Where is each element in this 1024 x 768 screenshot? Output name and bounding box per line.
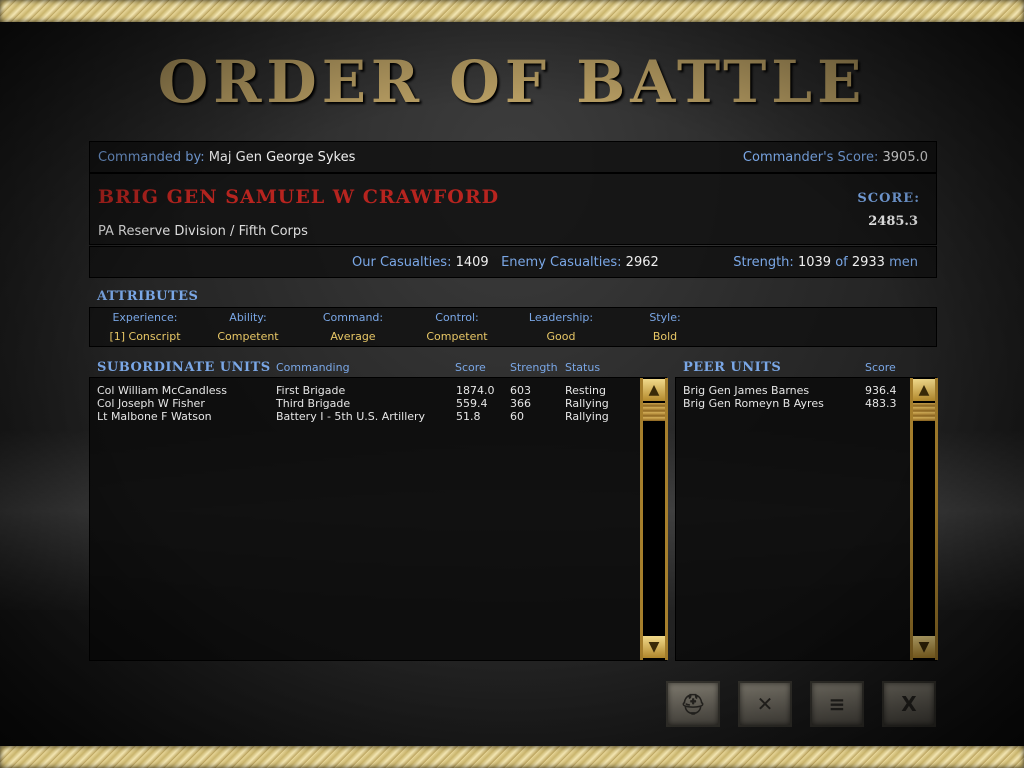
strength-value: 1039	[797, 255, 832, 270]
score-value: 2485.3	[868, 214, 918, 229]
unit-name: Col William McCandless	[97, 384, 227, 397]
attr-label: Command:	[322, 311, 384, 324]
attr-experience: Experience: [1] Conscript	[90, 311, 200, 343]
scroll-up-arrow-icon[interactable]: ▲	[643, 379, 665, 401]
commander-score-value: 3905.0	[882, 150, 929, 165]
unit-commanding: First Brigade	[276, 384, 346, 397]
scroll-thumb[interactable]	[913, 403, 935, 421]
hat-button[interactable]: ⛑	[666, 681, 720, 727]
subordinate-units-list: Col William McCandless First Brigade 187…	[89, 377, 668, 661]
unit-commanding: Third Brigade	[276, 397, 351, 410]
unit-strength: 60	[510, 410, 524, 423]
unit-name: Col Joseph W Fisher	[97, 397, 205, 410]
attributes-title: ATTRIBUTES	[97, 289, 199, 304]
scroll-thumb[interactable]	[643, 403, 665, 421]
peer-col-header-score[interactable]: Score	[865, 361, 896, 374]
commander-unit: PA Reserve Division / Fifth Corps	[98, 224, 308, 239]
table-row[interactable]: Col Joseph W Fisher Third Brigade 559.4 …	[90, 397, 640, 410]
commanded-by-name[interactable]: Maj Gen George Sykes	[209, 150, 356, 165]
men-label: men	[889, 255, 918, 270]
attr-ability: Ability: Competent	[200, 311, 296, 343]
hat-icon: ⛑	[680, 692, 706, 716]
attr-value: [1] Conscript	[109, 330, 181, 343]
unit-status: Rallying	[565, 397, 609, 410]
bottom-rope-border	[0, 746, 1024, 768]
flag-icon: ✕	[756, 692, 774, 716]
commander-score-label: Commander's Score:	[742, 150, 879, 165]
unit-score: 51.8	[456, 410, 481, 423]
subordinate-units-title: SUBORDINATE UNITS	[97, 360, 271, 375]
attr-label: Control:	[435, 311, 479, 324]
enemy-casualties-value: 2962	[625, 255, 659, 270]
attr-value: Competent	[426, 330, 488, 343]
peer-units-list: Brig Gen James Barnes 936.4 Brig Gen Rom…	[675, 377, 938, 661]
us-flag-button[interactable]: ≡	[810, 681, 864, 727]
commander-name: BRIG GEN SAMUEL W CRAWFORD	[98, 186, 500, 208]
max-strength-value: 2933	[851, 255, 885, 270]
attr-label: Experience:	[112, 311, 178, 324]
col-header-status[interactable]: Status	[565, 361, 600, 374]
col-header-score[interactable]: Score	[455, 361, 486, 374]
us-flag-icon: ≡	[828, 692, 846, 716]
attr-label: Style:	[649, 311, 681, 324]
flag-button[interactable]: ✕	[738, 681, 792, 727]
attr-control: Control: Competent	[406, 311, 508, 343]
strength-of-label: of	[835, 255, 848, 270]
subordinate-scrollbar[interactable]: ▲ ▼	[640, 378, 668, 660]
peer-units-title: PEER UNITS	[683, 360, 782, 375]
peer-name: Brig Gen Romeyn B Ayres	[683, 397, 824, 410]
scroll-up-arrow-icon[interactable]: ▲	[913, 379, 935, 401]
attr-style: Style: Bold	[620, 311, 710, 343]
unit-name: Lt Malbone F Watson	[97, 410, 212, 423]
unit-status: Resting	[565, 384, 606, 397]
strength-label: Strength:	[733, 255, 794, 270]
casualties-bar: Our Casualties: 1409 Enemy Casualties: 2…	[89, 246, 937, 278]
unit-strength: 603	[510, 384, 531, 397]
list-item[interactable]: Brig Gen Romeyn B Ayres 483.3	[676, 397, 908, 410]
page-title: ORDER OF BATTLE	[157, 48, 867, 116]
our-casualties-value: 1409	[455, 255, 489, 270]
our-casualties-label: Our Casualties:	[352, 255, 452, 270]
close-button[interactable]: X	[882, 681, 936, 727]
col-header-commanding[interactable]: Commanding	[276, 361, 350, 374]
attr-leadership: Leadership: Good	[510, 311, 612, 343]
attr-value: Good	[546, 330, 576, 343]
unit-commanding: Battery I - 5th U.S. Artillery	[276, 410, 426, 423]
attr-command: Command: Average	[300, 311, 406, 343]
table-row[interactable]: Lt Malbone F Watson Battery I - 5th U.S.…	[90, 410, 640, 423]
attr-value: Bold	[652, 330, 678, 343]
peer-score: 936.4	[865, 384, 897, 397]
close-icon: X	[901, 692, 917, 716]
unit-strength: 366	[510, 397, 531, 410]
scroll-down-arrow-icon[interactable]: ▼	[643, 636, 665, 658]
attr-value: Competent	[217, 330, 279, 343]
enemy-casualties-label: Enemy Casualties:	[501, 255, 622, 270]
attr-label: Ability:	[229, 311, 267, 324]
top-rope-border	[0, 0, 1024, 22]
col-header-strength[interactable]: Strength	[510, 361, 558, 374]
commanded-by-label: Commanded by:	[98, 150, 205, 165]
attr-value: Average	[330, 330, 376, 343]
table-row[interactable]: Col William McCandless First Brigade 187…	[90, 384, 640, 397]
score-label: SCORE:	[857, 191, 920, 206]
unit-score: 559.4	[456, 397, 488, 410]
attributes-panel: Experience: [1] Conscript Ability: Compe…	[89, 307, 937, 347]
peer-score: 483.3	[865, 397, 897, 410]
peer-scrollbar[interactable]: ▲ ▼	[910, 378, 938, 660]
unit-score: 1874.0	[456, 384, 495, 397]
unit-status: Rallying	[565, 410, 609, 423]
commander-panel: BRIG GEN SAMUEL W CRAWFORD PA Reserve Di…	[89, 173, 937, 245]
attr-label: Leadership:	[528, 311, 594, 324]
commanded-by-bar: Commanded by: Maj Gen George Sykes Comma…	[89, 141, 937, 173]
scroll-down-arrow-icon[interactable]: ▼	[913, 636, 935, 658]
peer-name: Brig Gen James Barnes	[683, 384, 810, 397]
list-item[interactable]: Brig Gen James Barnes 936.4	[676, 384, 908, 397]
